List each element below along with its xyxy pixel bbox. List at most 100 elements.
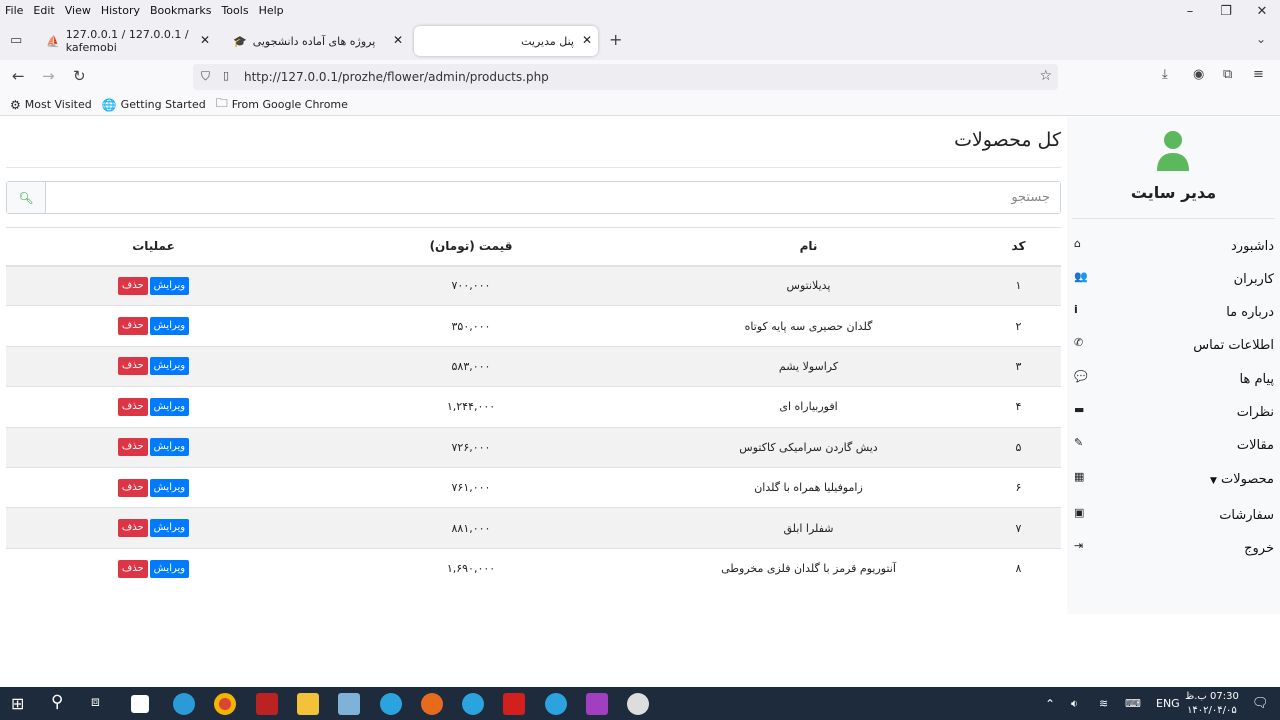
app-p-icon[interactable] (627, 693, 649, 715)
search-icon[interactable]: ⚲ (51, 692, 63, 712)
delete-button[interactable]: حذف (117, 357, 148, 376)
close-icon[interactable]: ✕ (582, 33, 592, 47)
search-input[interactable] (46, 182, 1060, 213)
cell-name: دیش گاردن سرامیکی کاکتوس (641, 426, 976, 468)
search-button[interactable]: 🔍︎ (7, 182, 46, 213)
menu-history[interactable]: History (96, 4, 145, 17)
tab-admin-panel[interactable]: پنل مدیریت ✕ (414, 26, 598, 56)
language-indicator[interactable]: ENG (1156, 687, 1180, 720)
sidebar-item-articles[interactable]: ✎ مقالات (1067, 434, 1280, 462)
telegram-icon[interactable] (545, 693, 567, 715)
sidebar-item-users[interactable]: 👥 کاربران (1067, 268, 1280, 296)
close-icon[interactable]: ✕ (393, 33, 403, 47)
extensions-icon[interactable]: ⧉ (1223, 67, 1232, 82)
divider (6, 167, 1061, 168)
telegram-icon[interactable] (380, 693, 402, 715)
edit-button[interactable]: ویرایش (149, 519, 190, 538)
bookmark-most-visited[interactable]: ⚙ Most Visited (10, 98, 92, 112)
menu-help[interactable]: Help (254, 4, 289, 17)
sidebar-item-logout[interactable]: ⇥ خروج (1067, 537, 1280, 565)
menu-edit[interactable]: Edit (28, 4, 59, 17)
app-red-icon[interactable] (256, 693, 278, 715)
delete-button[interactable]: حذف (117, 519, 148, 538)
downloads-icon[interactable]: ⤓ (1162, 67, 1168, 82)
graduation-cap-icon: 🎓 (233, 34, 247, 48)
tab-title: پروژه های آماده دانشجویی (252, 34, 376, 48)
new-tab-icon[interactable]: + (609, 30, 622, 49)
menu-tools[interactable]: Tools (216, 4, 253, 17)
edit-button[interactable]: ویرایش (149, 438, 190, 457)
cell-code: ۷ (976, 507, 1061, 549)
chevron-up-icon[interactable]: ⌃ (1045, 687, 1055, 720)
cell-price: ۸۸۱,۰۰۰ (301, 507, 641, 549)
edit-button[interactable]: ویرایش (149, 397, 190, 416)
edit-button[interactable]: ویرایش (149, 559, 190, 578)
tab-phpmyadmin[interactable]: ⛵ 127.0.0.1 / 127.0.0.1 / kafemobi ✕ (40, 26, 216, 56)
clock[interactable]: 07:30 ب.ظ ۱۴۰۲/۰۴/۰۵ (1185, 687, 1239, 720)
tab-projects[interactable]: 🎓 پروژه های آماده دانشجویی ✕ (227, 26, 409, 56)
windows-start-icon[interactable]: ⊞ (11, 694, 24, 713)
acrobat-icon[interactable] (503, 693, 525, 715)
cell-price: ۳۵۰,۰۰۰ (301, 305, 641, 347)
account-icon[interactable]: ◉ (1193, 67, 1204, 82)
cell-actions: ویرایشحذف (6, 305, 301, 347)
sidebar-item-comments[interactable]: ▬ نظرات (1067, 401, 1280, 429)
folder-icon: 🗀 (215, 96, 228, 110)
cell-name: کراسولا یشم (641, 345, 976, 387)
sidebar-item-products[interactable]: ▦ محصولات ▼ (1067, 468, 1280, 496)
products-table: کد نام قیمت (تومان) عملیات ۱ پدیلانتوس ۷۰۰… (6, 227, 1061, 589)
sidebar-item-messages[interactable]: 💬 پیام ها (1067, 368, 1280, 396)
cell-price: ۱,۲۴۴,۰۰۰ (301, 386, 641, 428)
delete-button[interactable]: حذف (117, 276, 148, 295)
delete-button[interactable]: حذف (117, 317, 148, 336)
hamburger-menu-icon[interactable]: ≡ (1253, 67, 1264, 82)
delete-button[interactable]: حذف (117, 478, 148, 497)
close-icon[interactable]: ✕ (200, 33, 210, 47)
cell-actions: ویرایشحذف (6, 264, 301, 306)
bookmark-from-chrome[interactable]: 🗀 From Google Chrome (216, 94, 348, 115)
menu-bar: File Edit View History Bookmarks Tools H… (0, 0, 1280, 20)
date: ۱۴۰۲/۰۴/۰۵ (1187, 704, 1237, 716)
edit-button[interactable]: ویرایش (149, 317, 190, 336)
bookmark-getting-started[interactable]: 🌐 Getting Started (102, 98, 206, 112)
notification-icon[interactable]: 🗨︎ (1252, 687, 1269, 720)
edge-icon[interactable] (173, 693, 195, 715)
back-icon[interactable]: ← (12, 67, 25, 85)
gear-icon: ⚙ (10, 97, 21, 112)
wifi-icon[interactable]: ≋ (1099, 687, 1108, 720)
divider (1072, 218, 1275, 219)
forward-icon[interactable]: → (42, 67, 55, 85)
notepad-icon[interactable] (338, 693, 360, 715)
firefox-icon[interactable] (421, 693, 443, 715)
cell-price: ۱,۶۹۰,۰۰۰ (301, 547, 641, 589)
sidebar-item-dashboard[interactable]: ⌂ داشبورد (1067, 235, 1280, 263)
phpstorm-icon[interactable] (586, 693, 608, 715)
telegram-icon[interactable] (462, 693, 484, 715)
delete-button[interactable]: حذف (117, 438, 148, 457)
sidebar-item-contact[interactable]: ✆ اطلاعات تماس (1067, 334, 1280, 362)
chevron-down-icon[interactable]: ⌄ (1256, 32, 1266, 46)
sidebar-item-orders[interactable]: ▣ سفارشات (1067, 504, 1280, 532)
edit-button[interactable]: ویرایش (149, 478, 190, 497)
url-text: http://127.0.0.1/prozhe/flower/admin/pro… (244, 70, 549, 84)
sidebar-item-about[interactable]: i درباره ما (1067, 301, 1280, 329)
search-group: 🔍︎ (6, 181, 1061, 214)
volume-icon[interactable]: 🔉︎ (1071, 687, 1078, 720)
menu-view[interactable]: View (60, 4, 96, 17)
cell-actions: ویرایشحذف (6, 345, 301, 387)
star-icon[interactable]: ☆ (1039, 68, 1052, 84)
url-bar[interactable]: ⛉ ▯ http://127.0.0.1/prozhe/flower/admin… (193, 64, 1058, 90)
task-view-icon[interactable]: ⧈ (91, 694, 100, 710)
menu-bookmarks[interactable]: Bookmarks (145, 4, 216, 17)
edit-button[interactable]: ویرایش (149, 276, 190, 295)
chrome-icon[interactable] (214, 693, 236, 715)
reload-icon[interactable]: ↻ (73, 67, 86, 85)
keyboard-icon[interactable]: ⌨ (1125, 687, 1141, 720)
menu-file[interactable]: File (0, 4, 28, 17)
tab-list-icon[interactable]: ▭ (10, 33, 22, 48)
store-icon[interactable] (131, 695, 149, 713)
edit-button[interactable]: ویرایش (149, 357, 190, 376)
delete-button[interactable]: حذف (117, 397, 148, 416)
delete-button[interactable]: حذف (117, 559, 148, 578)
file-explorer-icon[interactable] (297, 693, 319, 715)
